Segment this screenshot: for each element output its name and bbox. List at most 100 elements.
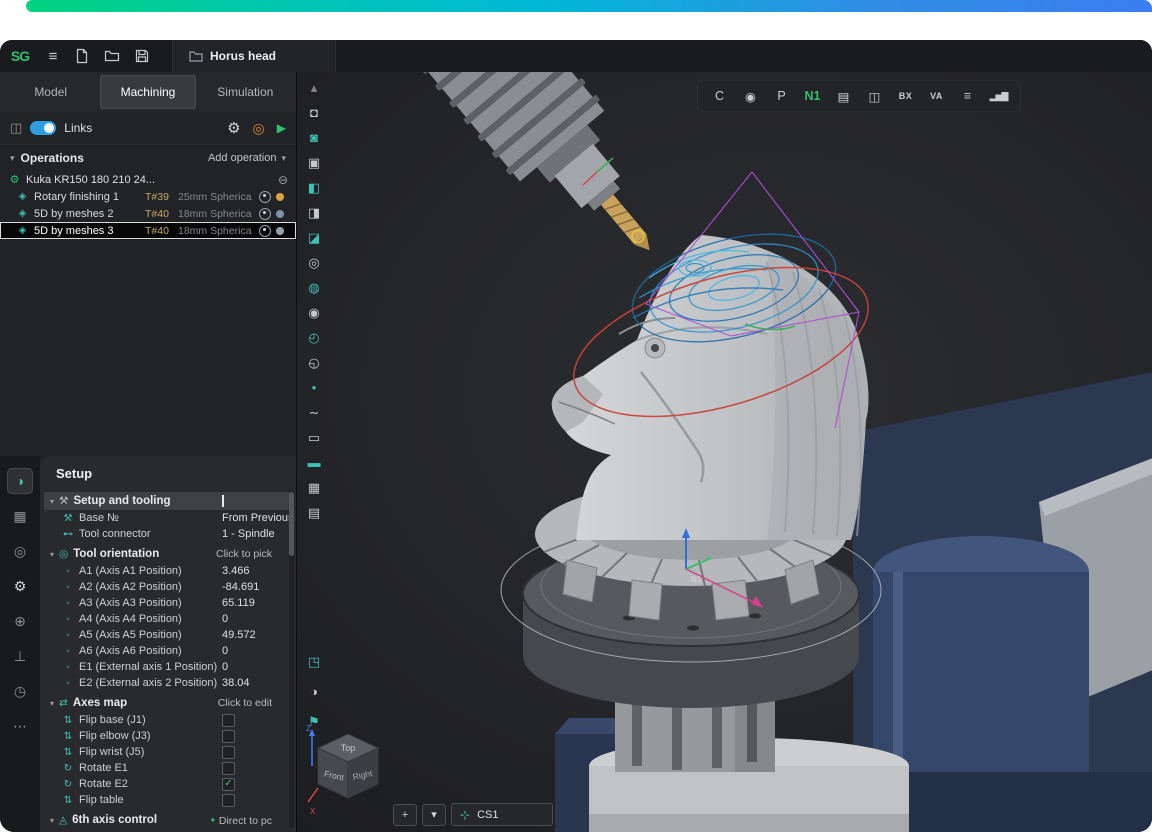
axis-value[interactable]: 65.119 <box>222 597 255 609</box>
axis-row-a1[interactable]: ◦A1 (Axis A1 Position)3.466 <box>40 563 296 579</box>
nc-code-icon[interactable]: C <box>704 89 735 103</box>
axis-row-a6[interactable]: ◦A6 (Axis A6 Position)0 <box>40 643 296 659</box>
bx-matrix-icon[interactable]: BX <box>890 91 921 101</box>
tab-model[interactable]: Model <box>3 75 98 109</box>
view-cube[interactable]: Top Front Right Z X <box>305 722 391 818</box>
op-slice-icon[interactable]: ▭ <box>301 426 327 449</box>
section-setup-and-tooling[interactable]: ▾ ⚒ Setup and tooling <box>44 492 292 510</box>
section-action[interactable]: Click to edit <box>218 697 286 709</box>
project-tab[interactable]: Horus head <box>172 40 336 72</box>
va-variables-icon[interactable]: VA <box>921 91 952 101</box>
op-layers-icon[interactable]: ▤ <box>301 501 327 524</box>
op-plane-icon[interactable]: ▣ <box>301 151 327 174</box>
main-menu-button[interactable]: ≡ <box>44 48 62 65</box>
run-simulation-icon[interactable]: ▶ <box>277 121 286 135</box>
tab-machining[interactable]: Machining <box>100 75 195 109</box>
rail-turntable-button[interactable]: ◎ <box>7 538 33 564</box>
param-row-base[interactable]: ⚒ Base № From Previous <box>40 510 296 526</box>
flip-table-checkbox[interactable] <box>222 794 235 807</box>
axis-value[interactable]: -84.691 <box>222 581 259 593</box>
param-value[interactable]: 1 - Spindle <box>222 528 275 540</box>
op-wave-icon[interactable]: ∼ <box>301 401 327 424</box>
op-spiral-icon[interactable]: ◴ <box>301 326 327 349</box>
n1-toggle[interactable]: N1 <box>797 89 828 103</box>
tab-simulation[interactable]: Simulation <box>198 75 293 109</box>
layers-icon[interactable]: ≡ <box>952 89 983 103</box>
op-roughing-icon[interactable]: ◘ <box>301 101 327 124</box>
rail-more-button[interactable]: ⋯ <box>7 713 33 739</box>
save-button[interactable] <box>134 48 152 64</box>
rail-workpiece-button[interactable]: ◑ <box>7 468 33 494</box>
scroll-up-icon[interactable]: ▴ <box>301 76 327 99</box>
document-icon[interactable]: ▤ <box>828 89 859 104</box>
op-radial-icon[interactable]: ◉ <box>301 301 327 324</box>
visibility-radio[interactable] <box>259 191 271 203</box>
rail-machine-button[interactable]: ▦ <box>7 503 33 529</box>
op-point-icon[interactable]: • <box>301 376 327 399</box>
program-icon[interactable]: P <box>766 89 797 103</box>
visibility-radio[interactable] <box>259 208 271 220</box>
rail-transform-button[interactable]: ⊕ <box>7 608 33 634</box>
param-value[interactable]: From Previous <box>222 512 294 524</box>
new-file-button[interactable] <box>74 48 92 64</box>
flip-wrist-checkbox[interactable] <box>222 746 235 759</box>
flip-base-checkbox[interactable] <box>222 714 235 727</box>
op-fill-icon[interactable]: ▬ <box>301 451 327 474</box>
cs-dropdown-caret[interactable]: ▾ <box>422 804 446 826</box>
axis-row-a5[interactable]: ◦A5 (Axis A5 Position)49.572 <box>40 627 296 643</box>
shading-icon[interactable]: ◑ <box>301 680 327 703</box>
axis-row-e2[interactable]: ◦E2 (External axis 2 Position)38.04 <box>40 675 296 691</box>
operation-row-selected[interactable]: ◈ 5D by meshes 3 T#40 18mm Spherica <box>0 222 296 239</box>
visibility-radio[interactable] <box>259 225 271 237</box>
statistics-icon[interactable]: ▂▅▇ <box>983 91 1014 102</box>
rail-time-button[interactable]: ◷ <box>7 678 33 704</box>
op-contour-icon[interactable]: ◵ <box>301 351 327 374</box>
axis-value[interactable]: 0 <box>222 661 228 673</box>
op-mesh-icon[interactable]: ▦ <box>301 476 327 499</box>
settings-gear-icon[interactable]: ⚙ <box>227 119 240 137</box>
interpolator-icon[interactable]: ◎ <box>253 120 265 137</box>
machine-tree-item[interactable]: ⚙ Kuka KR150 180 210 24... ⊖ <box>0 171 296 188</box>
op-drill-icon[interactable]: ◨ <box>301 201 327 224</box>
op-pocket-icon[interactable]: ◧ <box>301 176 327 199</box>
links-toggle[interactable] <box>30 121 56 135</box>
operation-row[interactable]: ◈ 5D by meshes 2 T#40 18mm Spherica <box>0 205 296 222</box>
orientation-icon: ◎ <box>59 548 68 560</box>
setup-scrollbar-thumb[interactable] <box>289 492 294 556</box>
cs-selector[interactable]: ⊹ CS1 <box>451 803 553 826</box>
chevron-down-icon[interactable]: ▾ <box>10 153 15 164</box>
axis-value[interactable]: 0 <box>222 613 228 625</box>
axis-value[interactable]: 38.04 <box>222 677 250 689</box>
axis-value[interactable]: 49.572 <box>222 629 256 641</box>
axis-row-e1[interactable]: ◦E1 (External axis 1 Position)0 <box>40 659 296 675</box>
axis-row-a2[interactable]: ◦A2 (Axis A2 Position)-84.691 <box>40 579 296 595</box>
simulation-target-icon[interactable]: ◉ <box>735 89 766 104</box>
param-row-tool-connector[interactable]: ⊷ Tool connector 1 - Spindle <box>40 526 296 542</box>
viewport-3d[interactable]: N1 <box>297 72 1152 832</box>
section-value[interactable]: Direct to pc <box>211 813 286 827</box>
rotate-e2-checkbox[interactable] <box>222 778 235 791</box>
axis-row-a3[interactable]: ◦A3 (Axis A3 Position)65.119 <box>40 595 296 611</box>
add-operation-button[interactable]: Add operation ▾ <box>208 152 286 164</box>
axis-value[interactable]: 3.466 <box>222 565 250 577</box>
rail-settings-button[interactable]: ⚙ <box>7 573 33 599</box>
axis-row-a4[interactable]: ◦A4 (Axis A4 Position)0 <box>40 611 296 627</box>
open-file-button[interactable] <box>104 48 122 64</box>
operation-row[interactable]: ◈ Rotary finishing 1 T#39 25mm Spherica <box>0 188 296 205</box>
add-cs-button[interactable]: + <box>393 804 417 826</box>
section-tool-orientation[interactable]: ▾ ◎ Tool orientation Click to pick <box>44 545 292 563</box>
flip-elbow-checkbox[interactable] <box>222 730 235 743</box>
axis-value[interactable]: 0 <box>222 645 228 657</box>
collapse-icon[interactable]: ⊖ <box>278 173 288 187</box>
rotate-e1-checkbox[interactable] <box>222 762 235 775</box>
tool-table-icon[interactable]: ◫ <box>859 89 890 104</box>
op-rotary-icon[interactable]: ◎ <box>301 251 327 274</box>
section-sixth-axis[interactable]: ▾ ◬ 6th axis control Direct to pc <box>44 811 292 829</box>
op-mill-icon[interactable]: ◪ <box>301 226 327 249</box>
section-axes-map[interactable]: ▾ ⇄ Axes map Click to edit <box>44 694 292 712</box>
section-action[interactable]: Click to pick <box>216 548 286 560</box>
rail-measure-button[interactable]: ⊥ <box>7 643 33 669</box>
op-morph-icon[interactable]: ◍ <box>301 276 327 299</box>
fit-view-icon[interactable]: ◳ <box>301 650 327 673</box>
op-finishing-icon[interactable]: ◙ <box>301 126 327 149</box>
